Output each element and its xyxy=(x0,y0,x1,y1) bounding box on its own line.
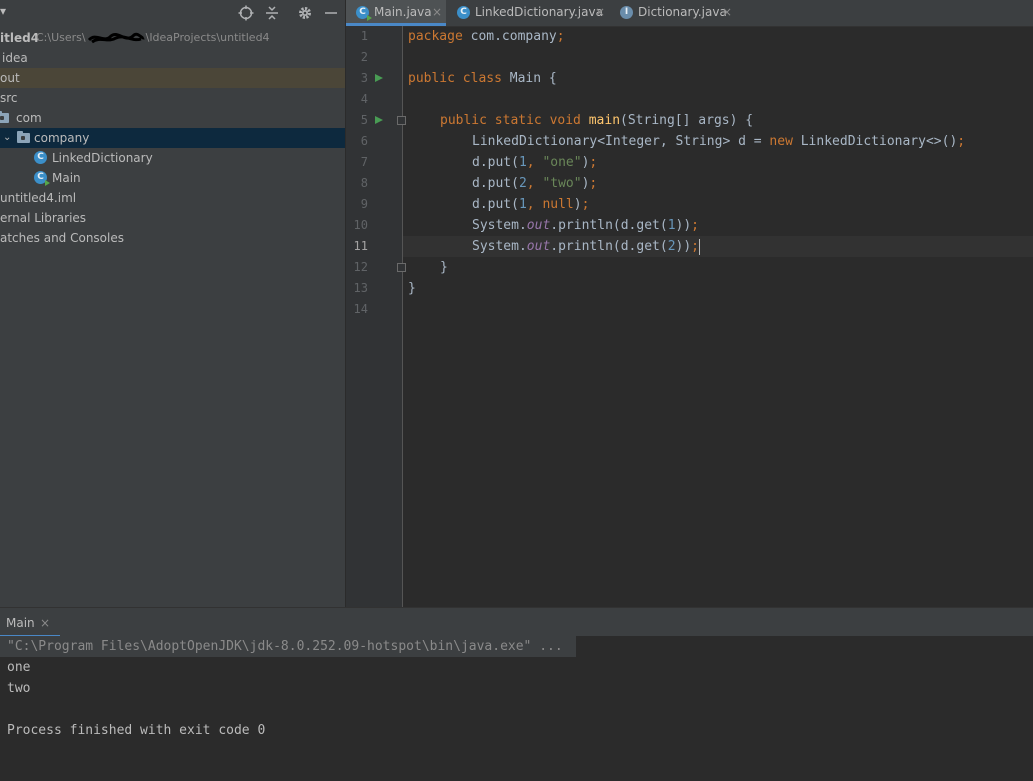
code-line-10[interactable]: System.out.println(d.get(1)); xyxy=(472,215,699,236)
tree-label: LinkedDictionary xyxy=(52,151,153,165)
tree-label: untitled4.iml xyxy=(0,191,77,205)
tree-label: atches and Consoles xyxy=(0,231,124,245)
text-caret xyxy=(699,238,700,255)
line-number: 11 xyxy=(353,239,368,253)
folder-icon xyxy=(17,131,30,143)
code-line-12[interactable]: } xyxy=(440,257,448,278)
java-class-icon: C xyxy=(457,6,470,19)
run-tab-main[interactable]: Main × xyxy=(0,612,60,638)
folder-icon xyxy=(0,111,9,123)
collapse-icon[interactable] xyxy=(262,3,282,23)
line-number: 3 xyxy=(360,71,368,85)
code-line-1[interactable]: package com.company; xyxy=(408,26,565,47)
project-root-name: itled4 xyxy=(0,31,40,45)
redaction-scribble-icon xyxy=(87,32,145,44)
line-number: 8 xyxy=(360,176,368,190)
line-number: 14 xyxy=(353,302,368,316)
tab-dictionary-java[interactable]: I Dictionary.java × xyxy=(610,0,740,26)
console-output-line: one xyxy=(7,660,31,675)
editor-tabbar: C Main.java × C LinkedDictionary.java × … xyxy=(346,0,1033,27)
line-number: 7 xyxy=(360,155,368,169)
tree-item-idea[interactable]: idea xyxy=(0,48,345,68)
code-line-7[interactable]: d.put(1, "one"); xyxy=(472,152,597,173)
tree-item-com[interactable]: com xyxy=(0,108,345,128)
tab-label: LinkedDictionary.java xyxy=(475,5,603,19)
project-view-dropdown[interactable]: ▾ xyxy=(0,4,6,18)
tree-item-src[interactable]: src xyxy=(0,88,345,108)
tree-label: com xyxy=(16,111,42,125)
tree-item-project-root[interactable]: itled4 C:\Users\ \IdeaProjects\untitled4 xyxy=(0,28,345,48)
java-runnable-class-icon: C xyxy=(34,171,50,186)
tab-main-java[interactable]: C Main.java × xyxy=(346,0,446,26)
console-output-line: two xyxy=(7,681,31,696)
close-icon[interactable]: × xyxy=(595,0,605,25)
project-panel: ▾ itled4 C:\Users\ \IdeaProjects\untitled… xyxy=(0,0,345,607)
locate-icon[interactable] xyxy=(236,3,256,23)
run-class-icon[interactable] xyxy=(375,74,383,82)
line-number: 5 xyxy=(360,113,368,127)
tree-item-out[interactable]: out xyxy=(0,68,345,88)
close-icon[interactable]: × xyxy=(40,616,50,630)
line-number: 6 xyxy=(360,134,368,148)
line-number: 2 xyxy=(360,50,368,64)
java-interface-icon: I xyxy=(620,6,633,19)
tree-label: out xyxy=(0,71,20,85)
tree-label: company xyxy=(34,131,90,145)
tree-label: src xyxy=(0,91,18,105)
minimize-icon[interactable] xyxy=(321,3,341,23)
run-tabbar: Main × xyxy=(0,607,1033,638)
tree-item-external-libraries[interactable]: ernal Libraries xyxy=(0,208,345,228)
line-number: 12 xyxy=(353,260,368,274)
code-line-9[interactable]: d.put(1, null); xyxy=(472,194,589,215)
code-line-5[interactable]: public static void main(String[] args) { xyxy=(440,110,753,131)
close-icon[interactable]: × xyxy=(432,0,442,25)
tree-item-scratches[interactable]: atches and Consoles xyxy=(0,228,345,248)
run-panel: Main × "C:\Program Files\AdoptOpenJDK\jd… xyxy=(0,607,1033,781)
code-line-6[interactable]: LinkedDictionary<Integer, String> d = ne… xyxy=(472,131,965,152)
tree-item-main[interactable]: C Main xyxy=(0,168,345,188)
fold-icon[interactable] xyxy=(397,116,406,125)
run-main-icon[interactable] xyxy=(375,116,383,124)
tab-linked-dictionary-java[interactable]: C LinkedDictionary.java × xyxy=(447,0,609,26)
line-number: 4 xyxy=(360,92,368,106)
project-toolbar: ▾ xyxy=(0,0,345,26)
tab-label: Dictionary.java xyxy=(638,5,727,19)
close-icon[interactable]: × xyxy=(722,0,732,25)
tree-item-company[interactable]: ⌄ company xyxy=(0,128,345,148)
console-command[interactable]: "C:\Program Files\AdoptOpenJDK\jdk-8.0.2… xyxy=(7,636,563,657)
line-number: 10 xyxy=(353,218,368,232)
tree-label: ernal Libraries xyxy=(0,211,87,225)
java-runnable-class-icon: C xyxy=(356,6,372,21)
code-line-11[interactable]: System.out.println(d.get(2)); xyxy=(472,236,700,257)
line-number: 1 xyxy=(360,29,368,43)
tree-item-linked-dictionary[interactable]: C LinkedDictionary xyxy=(0,148,345,168)
code-line-8[interactable]: d.put(2, "two"); xyxy=(472,173,597,194)
editor-gutter: 1 2 3 4 5 6 7 8 9 10 11 12 13 14 xyxy=(346,26,406,607)
code-line-13[interactable]: } xyxy=(408,278,416,299)
code-line-3[interactable]: public class Main { xyxy=(408,68,557,89)
run-tab-label: Main xyxy=(6,616,35,630)
gear-icon[interactable] xyxy=(295,3,315,23)
fold-icon[interactable] xyxy=(397,263,406,272)
project-root-path: C:\Users\ \IdeaProjects\untitled4 xyxy=(36,31,270,44)
line-number: 13 xyxy=(353,281,368,295)
tree-label: Main xyxy=(52,171,81,185)
console-output-line: Process finished with exit code 0 xyxy=(7,723,266,738)
line-number: 9 xyxy=(360,197,368,211)
java-class-icon: C xyxy=(34,151,47,164)
tree-item-iml[interactable]: untitled4.iml xyxy=(0,188,345,208)
chevron-down-icon[interactable]: ⌄ xyxy=(3,128,11,148)
tree-label: idea xyxy=(2,51,28,65)
tab-label: Main.java xyxy=(374,5,432,19)
editor: C Main.java × C LinkedDictionary.java × … xyxy=(346,0,1033,607)
